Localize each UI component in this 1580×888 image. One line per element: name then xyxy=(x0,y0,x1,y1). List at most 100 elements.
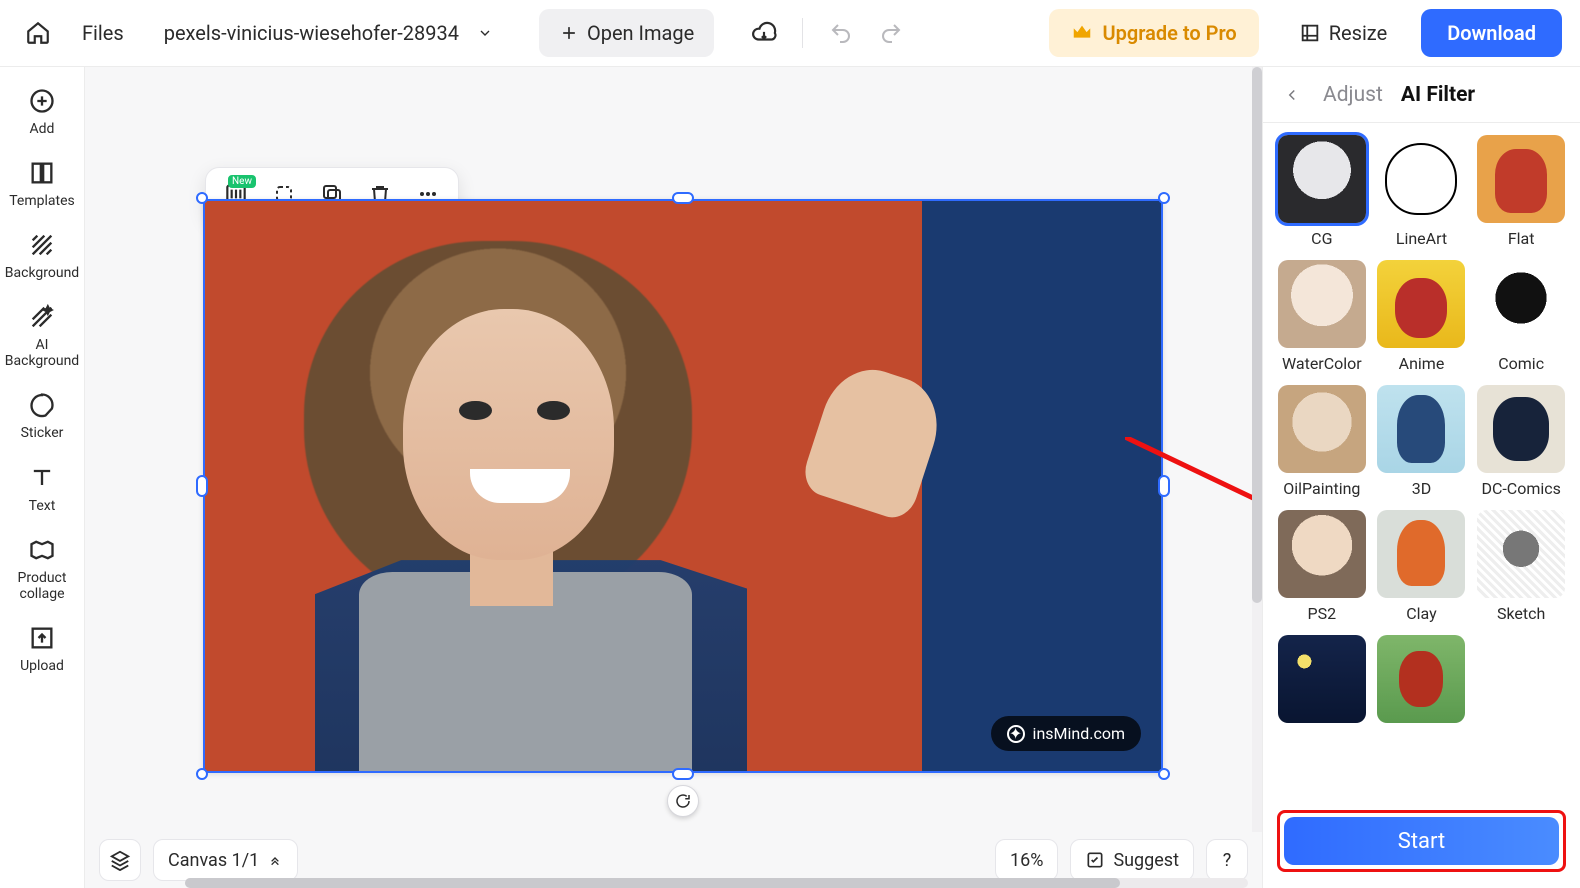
tool-text[interactable]: Text xyxy=(3,458,81,520)
watermark-text: insMind.com xyxy=(1033,724,1125,743)
canvas-area: New xyxy=(85,67,1262,888)
watermark: ✦ insMind.com xyxy=(991,716,1141,751)
cloud-sync-button[interactable] xyxy=(744,13,784,53)
cloud-sync-icon xyxy=(751,20,777,46)
filter-thumb xyxy=(1278,385,1366,473)
zoom-indicator[interactable]: 16% xyxy=(995,839,1058,881)
templates-icon xyxy=(28,159,56,187)
filter-comic[interactable]: Comic xyxy=(1476,260,1566,373)
filter-label: OilPainting xyxy=(1283,479,1360,498)
resize-handle-mid-right[interactable] xyxy=(1158,475,1170,497)
chevron-left-icon xyxy=(1283,86,1301,104)
tool-product-collage-label: Product collage xyxy=(3,570,81,602)
plus-circle-icon xyxy=(28,87,56,115)
resize-button[interactable]: Resize xyxy=(1289,9,1398,57)
resize-label: Resize xyxy=(1329,21,1388,45)
start-highlight: Start xyxy=(1277,810,1566,872)
filter-label: CG xyxy=(1311,229,1332,248)
filter-label: 3D xyxy=(1412,479,1432,498)
undo-button[interactable] xyxy=(821,13,861,53)
upload-icon xyxy=(28,624,56,652)
suggest-button[interactable]: Suggest xyxy=(1070,839,1194,881)
resize-handle-top-left[interactable] xyxy=(196,192,208,204)
filename-dropdown[interactable]: pexels-vinicius-wiesehofer-28934 xyxy=(154,15,503,51)
chevrons-up-icon xyxy=(267,852,283,868)
image-content: ✦ insMind.com xyxy=(203,199,1163,773)
suggest-icon xyxy=(1085,850,1105,870)
open-image-button[interactable]: Open Image xyxy=(539,9,714,57)
filter-label: Clay xyxy=(1406,604,1436,623)
filter-anime[interactable]: Anime xyxy=(1377,260,1467,373)
upgrade-button[interactable]: Upgrade to Pro xyxy=(1049,9,1259,57)
resize-handle-top-center[interactable] xyxy=(672,192,694,204)
tool-product-collage[interactable]: Product collage xyxy=(3,530,81,608)
right-panel-header: Adjust AI Filter xyxy=(1263,67,1580,123)
resize-handle-top-right[interactable] xyxy=(1158,192,1170,204)
download-button[interactable]: Download xyxy=(1421,9,1562,57)
rotate-handle[interactable] xyxy=(667,785,699,817)
tab-ai-filter[interactable]: AI Filter xyxy=(1401,83,1475,107)
start-button[interactable]: Start xyxy=(1284,817,1559,865)
tool-add[interactable]: Add xyxy=(3,81,81,143)
filter-ps2[interactable]: PS2 xyxy=(1277,510,1367,623)
tool-sticker[interactable]: Sticker xyxy=(3,385,81,447)
layers-button[interactable] xyxy=(99,839,141,881)
filter-thumb xyxy=(1477,510,1565,598)
filter-cg[interactable]: CG xyxy=(1277,135,1367,248)
resize-handle-bottom-left[interactable] xyxy=(196,768,208,780)
filter-label: WaterColor xyxy=(1282,354,1362,373)
resize-handle-mid-left[interactable] xyxy=(196,475,208,497)
tool-upload[interactable]: Upload xyxy=(3,618,81,680)
filter-thumb xyxy=(1477,385,1565,473)
tool-background[interactable]: Background xyxy=(3,225,81,287)
tool-templates[interactable]: Templates xyxy=(3,153,81,215)
filter-thumb xyxy=(1477,260,1565,348)
tool-upload-label: Upload xyxy=(20,658,64,674)
canvas-indicator[interactable]: Canvas 1/1 xyxy=(153,839,298,881)
right-panel: Adjust AI Filter CG LineArt Flat WaterCo… xyxy=(1262,67,1580,888)
open-image-label: Open Image xyxy=(587,21,694,45)
files-menu[interactable]: Files xyxy=(82,21,124,45)
home-button[interactable] xyxy=(18,13,58,53)
resize-handle-bottom-center[interactable] xyxy=(672,768,694,780)
plus-icon xyxy=(559,23,579,43)
filter-ghibli[interactable] xyxy=(1377,635,1467,729)
filter-starry[interactable] xyxy=(1277,635,1367,729)
download-label: Download xyxy=(1447,21,1536,45)
filter-thumb xyxy=(1377,385,1465,473)
filter-3d[interactable]: 3D xyxy=(1377,385,1467,498)
tool-text-label: Text xyxy=(29,498,56,514)
tool-ai-background-label: AI Background xyxy=(3,337,81,369)
filter-oilpainting[interactable]: OilPainting xyxy=(1277,385,1367,498)
resize-handle-bottom-right[interactable] xyxy=(1158,768,1170,780)
panel-back-button[interactable] xyxy=(1279,82,1305,108)
tool-sticker-label: Sticker xyxy=(21,425,64,441)
filter-sketch[interactable]: Sketch xyxy=(1476,510,1566,623)
filter-thumb xyxy=(1377,260,1465,348)
filter-dc-comics[interactable]: DC-Comics xyxy=(1476,385,1566,498)
horizontal-scrollbar[interactable] xyxy=(185,878,1248,888)
filter-thumb xyxy=(1377,135,1465,223)
right-panel-footer: Start xyxy=(1263,800,1580,888)
sticker-icon xyxy=(28,391,56,419)
filter-clay[interactable]: Clay xyxy=(1377,510,1467,623)
vertical-scrollbar[interactable] xyxy=(1252,67,1262,832)
filter-lineart[interactable]: LineArt xyxy=(1377,135,1467,248)
crown-icon xyxy=(1071,22,1093,44)
filter-flat[interactable]: Flat xyxy=(1476,135,1566,248)
filter-label: LineArt xyxy=(1396,229,1447,248)
selected-image[interactable]: ✦ insMind.com xyxy=(203,199,1163,773)
redo-button[interactable] xyxy=(871,13,911,53)
filter-watercolor[interactable]: WaterColor xyxy=(1277,260,1367,373)
start-label: Start xyxy=(1398,829,1445,854)
filter-thumb xyxy=(1377,510,1465,598)
filter-grid: CG LineArt Flat WaterColor Anime Comic O… xyxy=(1263,123,1580,800)
tab-adjust[interactable]: Adjust xyxy=(1323,83,1383,107)
text-icon xyxy=(28,464,56,492)
help-button[interactable]: ? xyxy=(1206,839,1248,881)
tool-ai-background[interactable]: AI Background xyxy=(3,297,81,375)
background-icon xyxy=(28,231,56,259)
filter-thumb xyxy=(1278,260,1366,348)
canvas-indicator-label: Canvas 1/1 xyxy=(168,850,259,871)
tool-templates-label: Templates xyxy=(9,193,75,209)
